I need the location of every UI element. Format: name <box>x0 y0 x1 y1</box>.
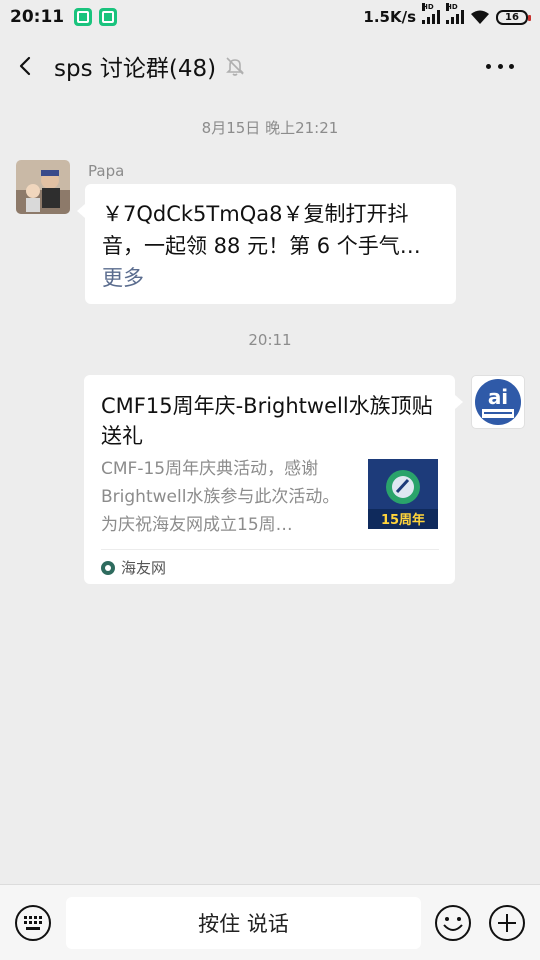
thumb-caption: 15周年 <box>381 512 425 528</box>
source-logo-icon <box>101 560 115 575</box>
avatar-text: ai <box>488 385 508 409</box>
message-timestamp: 8月15日 晚上21:21 <box>201 119 339 137</box>
anniversary-badge-icon: 15周年 <box>368 459 438 529</box>
keyboard-icon[interactable] <box>14 904 52 942</box>
more-options-button[interactable] <box>480 52 520 80</box>
network-speed: 1.5K/s <box>363 8 416 26</box>
mute-bell-icon <box>226 57 245 76</box>
card-title: CMF15周年庆-Brightwell水族顶贴送礼 <box>101 394 433 448</box>
dot-icon <box>497 63 503 69</box>
signal-icon-2: HD <box>446 3 464 24</box>
expand-more-link[interactable]: 更多 <box>102 266 144 290</box>
input-bar: 按住 说话 <box>0 884 540 960</box>
chat-title: sps 讨论群(48) <box>54 56 217 82</box>
battery-level: 16 <box>505 11 519 23</box>
status-bar: 20:11 1.5K/s HD HD 16 <box>0 0 540 34</box>
ai-logo-icon: ai <box>475 379 521 425</box>
my-avatar[interactable]: ai <box>471 375 525 429</box>
card-source: 海友网 <box>101 557 166 578</box>
message-bubble[interactable]: ￥7QdCk5TmQa8￥复制打开抖音，一起领 88 元！第 6 个手气… 更多 <box>77 184 456 304</box>
sender-name: Papa <box>88 162 125 180</box>
chevron-left-icon <box>19 56 31 76</box>
avatar-photo-icon <box>16 160 70 214</box>
card-thumbnail: 15周年 <box>368 459 438 529</box>
battery-icon: 16 <box>496 9 531 25</box>
card-description: CMF-15周年庆典活动，感谢Brightwell水族参与此次活动。为庆祝海友网… <box>101 459 340 535</box>
chat-header: sps 讨论群(48) <box>0 34 540 98</box>
dot-icon <box>509 63 514 69</box>
notification-app-icon <box>74 8 93 26</box>
hold-to-talk-button[interactable]: 按住 说话 <box>66 897 421 949</box>
signal-icon: HD <box>422 3 440 24</box>
status-time: 20:11 <box>10 7 65 27</box>
source-name: 海友网 <box>121 559 167 577</box>
notification-app-icon-2 <box>99 8 118 26</box>
back-button[interactable] <box>0 34 52 98</box>
emoji-icon[interactable] <box>434 904 472 942</box>
signal-hd-label-2: HD <box>446 3 458 11</box>
sender-avatar[interactable] <box>16 160 70 214</box>
message-timestamp: 20:11 <box>248 331 292 349</box>
card-divider <box>101 549 439 550</box>
shared-link-card[interactable]: CMF15周年庆-Brightwell水族顶贴送礼 CMF-15周年庆典活动，感… <box>84 375 463 584</box>
wifi-icon <box>471 10 489 24</box>
message-body: ￥7QdCk5TmQa8￥复制打开抖音，一起领 88 元！第 6 个手气… <box>102 202 421 258</box>
plus-icon[interactable] <box>488 904 526 942</box>
message-text: ￥7QdCk5TmQa8￥复制打开抖音，一起领 88 元！第 6 个手气… 更多 <box>102 198 440 294</box>
dot-icon <box>486 63 491 69</box>
signal-hd-label: HD <box>422 3 434 11</box>
